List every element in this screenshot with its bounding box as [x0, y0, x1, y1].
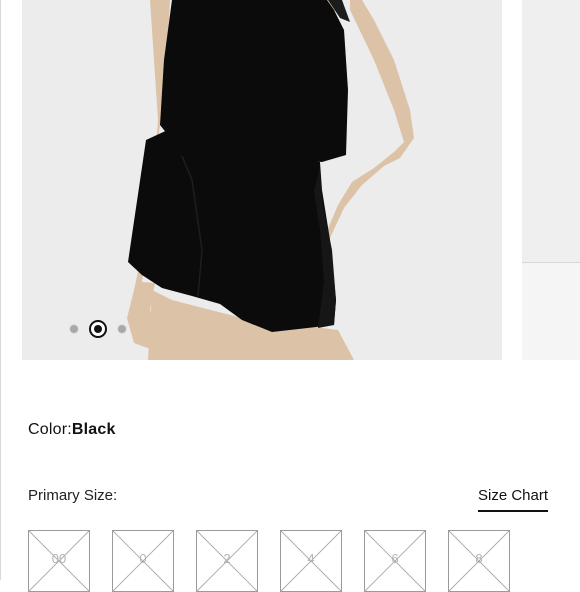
size-option-label: 8: [475, 551, 483, 566]
size-option-label: 0: [139, 551, 147, 566]
next-product-image-peek[interactable]: [522, 0, 580, 360]
product-image-carousel[interactable]: [22, 0, 502, 360]
page-left-border: [0, 0, 1, 580]
next-image-floor: [522, 262, 580, 360]
size-option-2[interactable]: 2: [196, 530, 258, 592]
carousel-pagination: [69, 320, 127, 338]
product-photo: [22, 0, 502, 360]
size-option-8[interactable]: 8: [448, 530, 510, 592]
size-option-label: 4: [307, 551, 315, 566]
size-option-00[interactable]: 00: [28, 530, 90, 592]
carousel-dot-1[interactable]: [69, 324, 79, 334]
size-option-label: 2: [223, 551, 231, 566]
size-option-label: 6: [391, 551, 399, 566]
size-chart-link[interactable]: Size Chart: [478, 487, 549, 512]
carousel-dot-3[interactable]: [117, 324, 127, 334]
color-label: Color:: [28, 421, 72, 438]
size-options: 00 0 2 4 6 8: [28, 530, 510, 592]
color-selection: Color:Black: [28, 421, 116, 439]
carousel-dot-2-active[interactable]: [89, 320, 107, 338]
size-option-label: 00: [51, 551, 67, 566]
size-option-4[interactable]: 4: [280, 530, 342, 592]
color-value: Black: [71, 421, 116, 438]
primary-size-label: Primary Size:: [28, 487, 118, 504]
size-option-0[interactable]: 0: [112, 530, 174, 592]
size-option-6[interactable]: 6: [364, 530, 426, 592]
